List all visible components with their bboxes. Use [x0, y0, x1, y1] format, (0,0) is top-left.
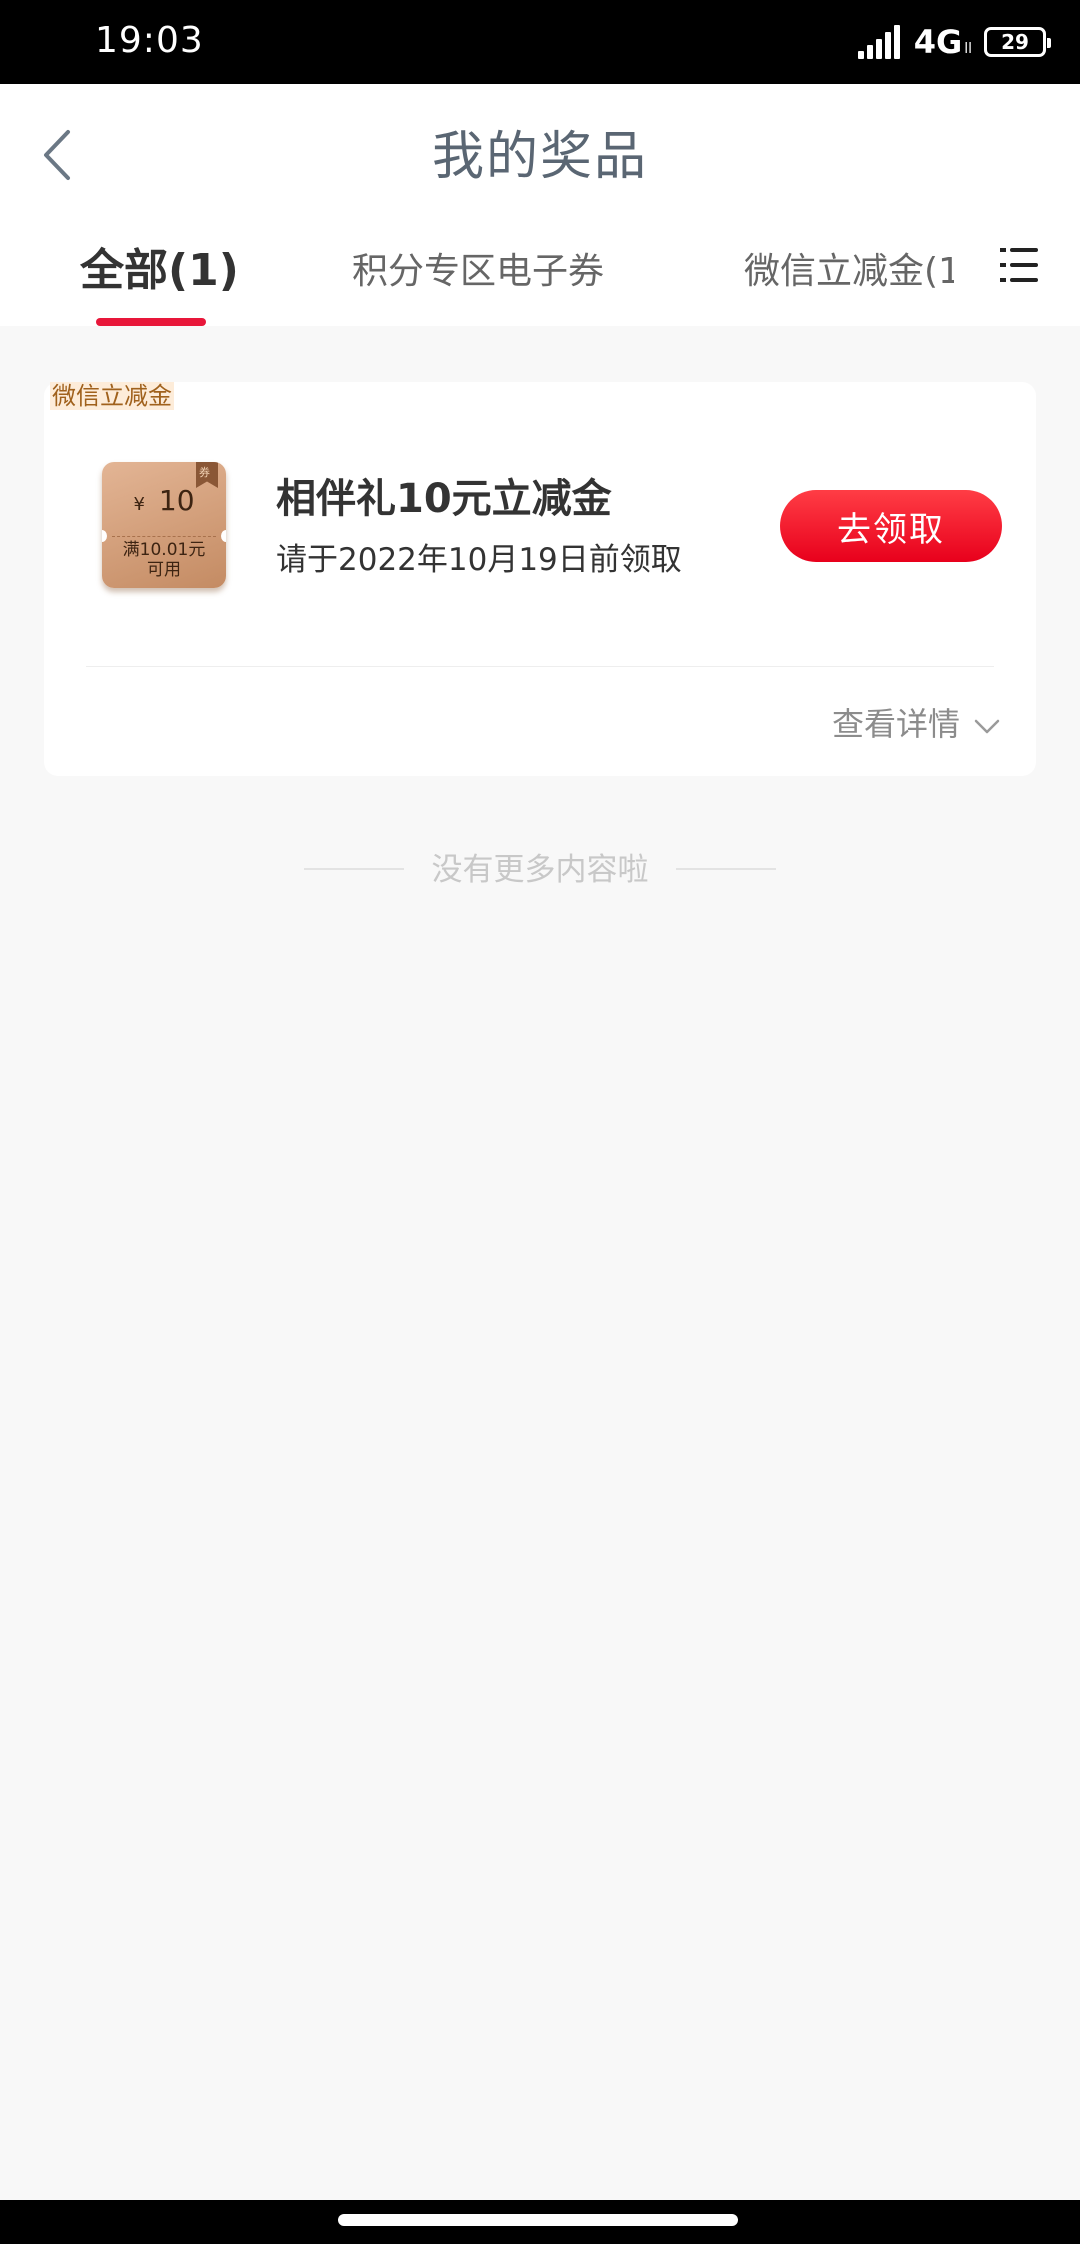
home-indicator[interactable]	[338, 2214, 738, 2226]
battery-icon: 29	[984, 27, 1051, 57]
claim-button[interactable]: 去领取	[780, 490, 1002, 562]
tab-wechat-discount-label: 微信立减金(1	[744, 251, 954, 292]
chevron-down-icon	[974, 719, 1000, 734]
active-tab-indicator	[96, 318, 206, 326]
end-of-list-text: 没有更多内容啦	[431, 852, 649, 888]
tab-bar: 全部(1) 积分专区电子券 微信立减金(1	[0, 234, 1080, 326]
coupon-condition-line1: 满10.01元	[122, 540, 206, 560]
tab-wechat-discount[interactable]: 微信立减金(1	[744, 242, 954, 334]
list-menu-icon[interactable]	[1000, 248, 1038, 284]
coupon-condition-line2: 可用	[147, 560, 181, 580]
network-type: 4G	[913, 23, 963, 61]
tab-points-coupons-label: 积分专区电子券	[352, 251, 605, 292]
page-header: 我的奖品 全部(1) 积分专区电子券 微信立减金(1	[0, 84, 1080, 326]
card-divider	[86, 666, 994, 667]
prize-category-tag: 微信立减金	[50, 382, 174, 410]
coupon-ribbon-label: 券	[199, 466, 210, 479]
tab-points-coupons[interactable]: 积分专区电子券	[352, 242, 604, 334]
tab-all-label: 全部(1)	[80, 245, 239, 296]
status-time: 19:03	[95, 20, 204, 61]
coupon-currency: ¥	[133, 494, 145, 515]
coupon-amount: ¥10	[102, 484, 226, 517]
page-title: 我的奖品	[431, 127, 648, 187]
end-divider-right	[676, 868, 776, 870]
signal-icon	[857, 25, 902, 59]
network-activity: ll	[964, 41, 972, 57]
view-details-label: 查看详情	[831, 705, 960, 743]
prize-name: 相伴礼10元立减金	[276, 476, 612, 522]
coupon-value: 10	[158, 484, 195, 517]
status-indicators: 4G ll 29	[857, 22, 1051, 62]
prize-card: 微信立减金 券 ¥10 满10.01元 可用 相伴礼10元立减金 请于2022年…	[44, 382, 1036, 776]
prize-deadline: 请于2022年10月19日前领取	[276, 542, 682, 578]
tab-all[interactable]: 全部(1)	[80, 234, 239, 326]
status-bar: 19:03 4G ll 29	[0, 0, 1080, 84]
battery-level: 29	[1001, 30, 1029, 54]
coupon-condition: 满10.01元 可用	[102, 540, 226, 580]
view-details-toggle[interactable]: 查看详情	[832, 700, 1000, 744]
coupon-icon: 券 ¥10 满10.01元 可用	[102, 462, 226, 588]
